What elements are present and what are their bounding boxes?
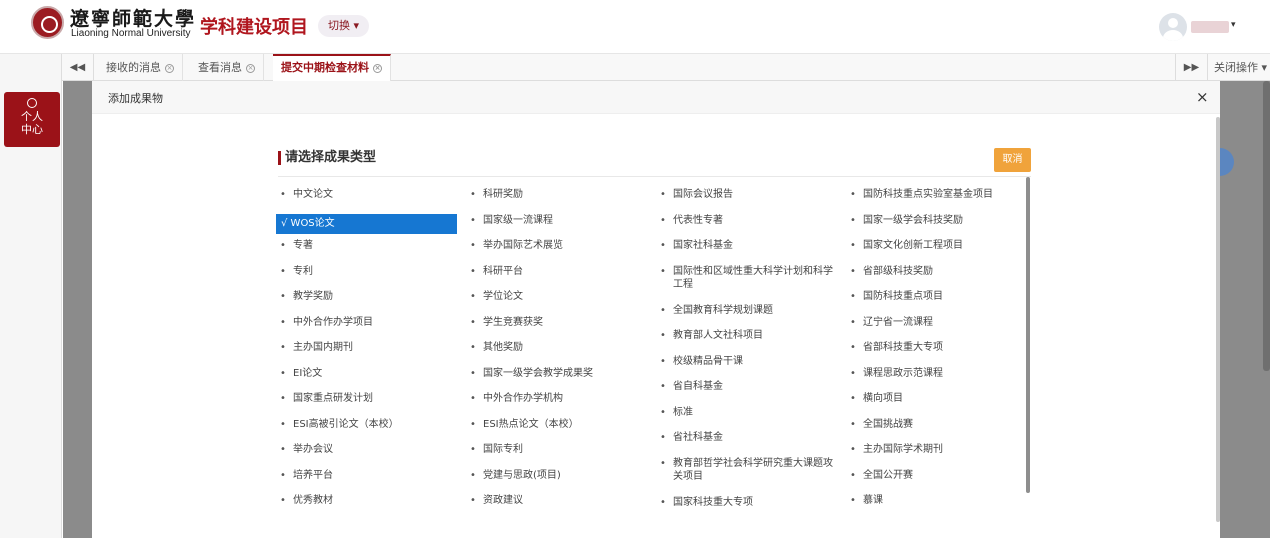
achievement-type-option[interactable]: 省自科基金 [658,380,838,406]
modal-scrollbar[interactable] [1216,117,1220,522]
achievement-type-option[interactable]: 中外合作办学机构 [468,392,648,418]
tab-label: 接收的消息 [106,61,161,74]
personal-center-label: 个人中心 [21,110,43,136]
achievement-type-option[interactable]: 教育部人文社科项目 [658,329,838,355]
achievement-type-option[interactable]: 中文论文 [278,188,458,214]
app-title: 学科建设项目 [200,17,308,38]
add-achievement-modal: 添加成果物 × 请选择成果类型 取消 中文论文√ WOS论文专著专利教学奖励中外… [92,81,1220,538]
user-icon [27,98,37,108]
achievement-type-option[interactable]: 中外合作办学项目 [278,316,458,342]
tab-submit-midterm[interactable]: 提交中期检查材料 × [273,54,391,81]
close-icon[interactable]: × [246,63,255,73]
achievement-type-option[interactable]: 国家一级学会教学成果奖 [468,367,648,393]
close-icon[interactable]: × [165,63,174,73]
achievement-type-option[interactable]: 学位论文 [468,290,648,316]
divider [278,176,1031,177]
achievement-type-option[interactable]: 专利 [278,265,458,291]
type-column-3: 国际会议报告代表性专著国家社科基金国际性和区域性重大科学计划和科学工程全国教育科… [658,188,838,521]
achievement-type-option[interactable]: 辽宁省一流课程 [848,316,1028,342]
close-icon[interactable]: × [373,63,382,73]
achievement-type-option[interactable]: 国防科技重点项目 [848,290,1028,316]
achievement-type-option[interactable]: 国际会议报告 [658,188,838,214]
achievement-type-option[interactable]: 专著 [278,239,458,265]
achievement-type-option[interactable]: 国家社科基金 [658,239,838,265]
tab-label: 提交中期检查材料 [281,61,369,74]
achievement-type-option[interactable]: 培养平台 [278,469,458,495]
achievement-type-option[interactable]: 省部级科技奖励 [848,265,1028,291]
university-name-en: Liaoning Normal University [71,28,191,39]
switch-button[interactable]: 切换 ▾ [318,15,369,37]
user-name-redacted[interactable] [1191,21,1229,33]
achievement-type-option[interactable]: 教学奖励 [278,290,458,316]
personal-center-button[interactable]: 个人中心 [4,92,60,147]
achievement-type-option[interactable]: 举办会议 [278,443,458,469]
type-column-2: 科研奖励国家级一流课程举办国际艺术展览科研平台学位论文学生竞赛获奖其他奖励国家一… [468,188,648,520]
tab-scroll-left-button[interactable]: ◀◀ [62,54,94,81]
page-scrollbar[interactable] [1263,81,1270,371]
tab-view-messages[interactable]: 查看消息 × [190,54,264,81]
modal-header: 添加成果物 × [92,81,1220,114]
tab-bar: ◀◀ 接收的消息 × 查看消息 × 提交中期检查材料 × ▶▶ 关闭操作 ▾ [62,54,1270,81]
achievement-type-option[interactable]: 国际性和区域性重大科学计划和科学工程 [658,265,838,304]
achievement-type-option[interactable]: 教育部哲学社会科学研究重大课题攻关项目 [658,457,838,496]
user-avatar[interactable] [1159,13,1187,41]
achievement-type-option[interactable]: 优秀教材 [278,494,458,520]
achievement-type-option[interactable]: 标准 [658,406,838,432]
tab-scroll-right-button[interactable]: ▶▶ [1175,54,1207,81]
achievement-type-option[interactable]: 主办国际学术期刊 [848,443,1028,469]
achievement-type-option[interactable]: 代表性专著 [658,214,838,240]
tab-label: 查看消息 [198,61,242,74]
achievement-type-option[interactable]: 国家科技重大专项 [658,496,838,522]
university-name-cn: 遼寧師範大學 [70,8,197,30]
achievement-type-option[interactable]: 全国公开赛 [848,469,1028,495]
achievement-type-option[interactable]: 党建与思政(项目) [468,469,648,495]
achievement-type-option[interactable]: 校级精品骨干课 [658,355,838,381]
achievement-type-option[interactable]: ESI热点论文（本校） [468,418,648,444]
section-title: 请选择成果类型 [278,151,376,165]
achievement-type-option[interactable]: 全国教育科学规划课题 [658,304,838,330]
achievement-type-option[interactable]: 横向项目 [848,392,1028,418]
achievement-type-option[interactable]: 慕课 [848,494,1028,520]
achievement-type-option[interactable]: 国防科技重点实验室基金项目 [848,188,1028,214]
cancel-button[interactable]: 取消 [994,148,1031,172]
achievement-type-option[interactable]: 国家文化创新工程项目 [848,239,1028,265]
tab-received-messages[interactable]: 接收的消息 × [98,54,183,81]
achievement-type-option[interactable]: 国家一级学会科技奖励 [848,214,1028,240]
achievement-type-option[interactable]: 科研奖励 [468,188,648,214]
achievement-type-option[interactable]: 主办国内期刊 [278,341,458,367]
achievement-type-option[interactable]: 省部科技重大专项 [848,341,1028,367]
achievement-type-option[interactable]: 课程思政示范课程 [848,367,1028,393]
university-seal-logo [31,6,64,39]
type-column-4: 国防科技重点实验室基金项目国家一级学会科技奖励国家文化创新工程项目省部级科技奖励… [848,188,1028,520]
close-icon[interactable]: × [1196,88,1209,106]
app-header: 遼寧師範大學 Liaoning Normal University 学科建设项目… [0,0,1270,54]
achievement-type-option[interactable]: 国际专利 [468,443,648,469]
type-column-1: 中文论文√ WOS论文专著专利教学奖励中外合作办学项目主办国内期刊EI论文国家重… [276,188,458,520]
achievement-type-option[interactable]: 科研平台 [468,265,648,291]
achievement-type-option[interactable]: 国家重点研发计划 [278,392,458,418]
user-menu-caret-icon[interactable]: ▾ [1231,20,1236,30]
achievement-type-option[interactable]: √ WOS论文 [276,213,457,234]
modal-title: 添加成果物 [108,92,163,105]
achievement-type-option[interactable]: 学生竞赛获奖 [468,316,648,342]
achievement-type-option[interactable]: ESI高被引论文（本校） [278,418,458,444]
achievement-type-option[interactable]: 其他奖励 [468,341,648,367]
achievement-type-option[interactable]: 全国挑战赛 [848,418,1028,444]
achievement-type-option[interactable]: 举办国际艺术展览 [468,239,648,265]
achievement-type-option[interactable]: 资政建议 [468,494,648,520]
achievement-type-option[interactable]: 省社科基金 [658,431,838,457]
achievement-type-option[interactable]: EI论文 [278,367,458,393]
achievement-type-option[interactable]: 国家级一流课程 [468,214,648,240]
close-operations-dropdown[interactable]: 关闭操作 ▾ [1207,54,1269,81]
